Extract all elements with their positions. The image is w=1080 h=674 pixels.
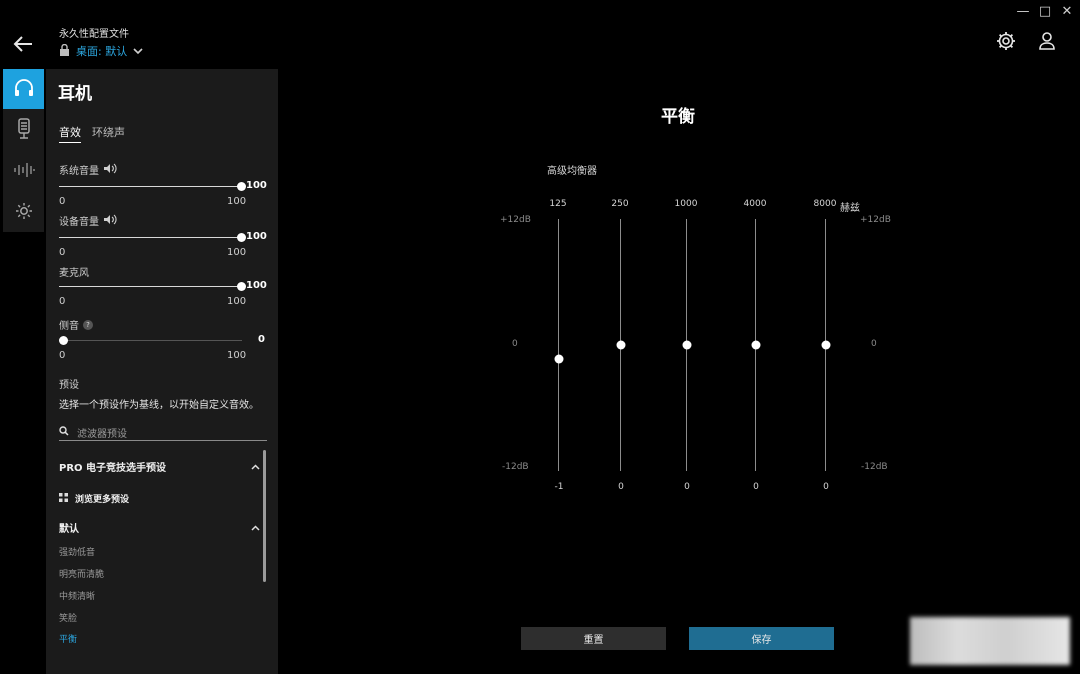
db-top-left: +12dB (500, 215, 531, 225)
eq-band-knob[interactable] (821, 340, 830, 350)
range-max: 100 (227, 350, 247, 361)
eq-band-knob[interactable] (554, 354, 563, 363)
lock-icon (59, 43, 70, 59)
preset-item[interactable]: 中频清晰 (59, 589, 95, 602)
slider-thumb[interactable] (237, 282, 246, 291)
microphone-label: 麦克风 (59, 268, 89, 279)
preset-item-active[interactable]: 平衡 (59, 632, 77, 645)
eq-band-knob[interactable] (616, 340, 625, 350)
eq-band-freq: 1000 (674, 199, 698, 209)
eq-band-value: 0 (753, 482, 759, 492)
preset-item[interactable]: 强劲低音 (59, 545, 95, 558)
sidetone-slider[interactable] (59, 340, 242, 341)
eq-band-knob[interactable] (751, 340, 760, 350)
device-volume-label: 设备音量 (59, 213, 117, 228)
system-volume-label: 系统音量 (59, 162, 117, 177)
rail-headphones[interactable] (3, 69, 44, 109)
eq-band-track[interactable] (558, 219, 559, 471)
system-volume-value: 100 (246, 180, 267, 191)
sidetone-label: 侧音 ? (59, 317, 93, 332)
range-max: 100 (227, 296, 247, 307)
device-rail (3, 69, 44, 232)
eq-band-value: 0 (618, 482, 624, 492)
eq-band-freq: 4000 (743, 199, 767, 209)
range-min: 0 (59, 247, 66, 258)
microphone-slider[interactable] (59, 286, 242, 287)
search-placeholder: 滤波器预设 (77, 428, 127, 440)
headset-panel: 耳机 音效 环绕声 系统音量 100 0 100 设备音量 100 0 100 … (46, 69, 278, 674)
user-icon[interactable] (1036, 30, 1058, 52)
sidetone-value: 0 (258, 334, 265, 345)
close-button[interactable]: ✕ (1058, 4, 1076, 20)
search-icon (59, 425, 69, 439)
eq-band-value: -1 (554, 482, 564, 492)
headphones-icon (13, 78, 35, 101)
slider-thumb[interactable] (237, 182, 246, 191)
gear-icon[interactable] (995, 30, 1017, 52)
reset-button[interactable]: 重置 (521, 627, 666, 650)
db-mid-right: 0 (871, 339, 877, 349)
profile-title: 永久性配置文件 (59, 29, 129, 40)
eq-band-freq: 125 (549, 199, 567, 209)
system-volume-slider[interactable] (59, 186, 242, 187)
preset-search-field[interactable]: 滤波器预设 (59, 424, 267, 441)
profile-selector[interactable]: 桌面: 默认 (59, 43, 143, 59)
panel-title: 耳机 (58, 84, 92, 104)
speaker-icon (103, 214, 117, 228)
group-pro-presets[interactable]: PRO 电子竞技选手预设 (59, 459, 166, 474)
eq-unit-label: 赫兹 (840, 203, 860, 214)
db-top-right: +12dB (860, 215, 891, 225)
rail-microphone[interactable] (3, 110, 44, 150)
slider-thumb[interactable] (59, 336, 68, 345)
db-bottom-right: -12dB (861, 462, 888, 472)
browse-more-presets[interactable]: 浏览更多预设 (59, 492, 129, 505)
eq-band-knob[interactable] (682, 340, 691, 350)
grid-icon (59, 492, 68, 505)
presets-heading: 预设 (59, 380, 79, 391)
tab-sound-effects[interactable]: 音效 (59, 124, 81, 143)
eq-band-value: 0 (823, 482, 829, 492)
slider-thumb[interactable] (237, 233, 246, 242)
chevron-up-icon[interactable] (251, 522, 260, 531)
minimize-button[interactable]: — (1014, 4, 1032, 20)
device-volume-slider[interactable] (59, 237, 242, 238)
preset-item[interactable]: 笑脸 (59, 611, 77, 624)
back-arrow-icon[interactable] (12, 34, 34, 54)
save-button[interactable]: 保存 (689, 627, 834, 650)
chevron-up-icon[interactable] (251, 461, 260, 470)
db-mid-left: 0 (512, 339, 518, 349)
watermark (910, 617, 1070, 665)
eq-band-freq: 8000 (813, 199, 837, 209)
rail-equalizer[interactable] (3, 151, 44, 191)
db-bottom-left: -12dB (502, 462, 529, 472)
sound-wave-icon (13, 162, 35, 181)
rail-lighting[interactable] (3, 192, 44, 232)
help-icon[interactable]: ? (83, 319, 93, 330)
chevron-down-icon (133, 45, 143, 58)
range-min: 0 (59, 196, 66, 207)
tab-surround[interactable]: 环绕声 (92, 124, 125, 140)
eq-band-value: 0 (684, 482, 690, 492)
preset-scrollbar[interactable] (263, 450, 266, 582)
microphone-value: 100 (246, 280, 267, 291)
maximize-button[interactable]: □ (1036, 4, 1054, 20)
preset-item[interactable]: 明亮而清脆 (59, 567, 104, 580)
eq-preset-title: 平衡 (661, 107, 695, 127)
range-max: 100 (227, 196, 247, 207)
speaker-icon (103, 163, 117, 177)
range-min: 0 (59, 296, 66, 307)
microphone-icon (15, 117, 33, 143)
group-default-presets[interactable]: 默认 (59, 520, 79, 535)
range-max: 100 (227, 247, 247, 258)
eq-subtitle: 高级均衡器 (547, 166, 597, 177)
profile-name: 桌面: 默认 (76, 45, 128, 58)
range-min: 0 (59, 350, 66, 361)
eq-band-freq: 250 (611, 199, 629, 209)
sun-icon (15, 202, 33, 223)
presets-hint: 选择一个预设作为基线，以开始自定义音效。 (59, 400, 259, 411)
device-volume-value: 100 (246, 231, 267, 242)
